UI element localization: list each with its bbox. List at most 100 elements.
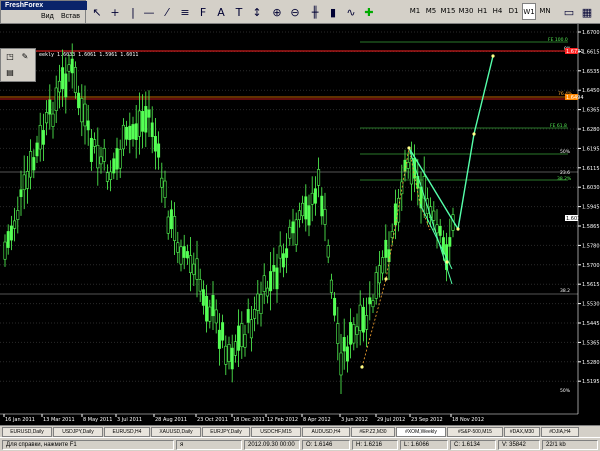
candle-body	[243, 334, 247, 348]
zoom-out-icon[interactable]: ⊖	[286, 4, 304, 21]
trendline-icon[interactable]: ⁄	[158, 4, 176, 21]
timeframe-m5[interactable]: M5	[424, 3, 438, 20]
market-watch-icon[interactable]: ✎	[20, 52, 30, 61]
candle-body	[221, 322, 225, 341]
symbol-tab[interactable]: USDJPY,Daily	[53, 427, 103, 437]
symbol-tab-bar: EURUSD,Daily USDJPY,Daily EURUSD,H4 XAUUSD,…	[0, 425, 600, 437]
timeframe-m15[interactable]: M15	[440, 3, 456, 20]
symbol-tab[interactable]: #DAX,M30	[504, 427, 540, 437]
price-axis-label: 1.5945	[582, 205, 600, 211]
candle-body	[371, 300, 375, 308]
chart-window[interactable]: FE 100.00%76.4%FE 61.850%23.638.2%38.250…	[0, 24, 600, 425]
candle-body	[73, 67, 77, 93]
symbol-tab[interactable]: USDCHF,M15	[251, 427, 301, 437]
pivot-point	[360, 365, 364, 369]
symbol-tab[interactable]: EURJPY,Daily	[202, 427, 250, 437]
candle-body	[326, 245, 330, 258]
candle-chart-icon[interactable]: ▮	[324, 4, 342, 21]
cursor-icon[interactable]: ↖	[88, 4, 106, 21]
candle-body	[153, 136, 157, 152]
timeframe-d1[interactable]: D1	[507, 3, 520, 20]
fibo-icon[interactable]: F	[194, 4, 212, 21]
candle-body	[249, 319, 253, 339]
symbol-tab[interactable]: AUDUSD,H4	[302, 427, 350, 437]
candle-body	[125, 126, 129, 140]
status-close: C: 1.6134	[450, 440, 496, 450]
candle-body	[281, 253, 285, 268]
candle-body	[224, 345, 228, 365]
timeframe-mn[interactable]: MN	[538, 3, 552, 20]
price-chart[interactable]: FE 100.00%76.4%FE 61.850%23.638.2%38.250…	[0, 24, 600, 425]
pivot-point	[456, 227, 460, 231]
status-volume: V: 35842	[498, 440, 540, 450]
symbol-tab[interactable]: XAUUSD,Daily	[151, 427, 201, 437]
date-axis-label: 8 May 2011	[83, 417, 112, 423]
indicators-icon[interactable]: ✚	[360, 4, 378, 21]
candle-body	[217, 329, 221, 349]
symbol-tab[interactable]: #S&P-500,M15	[447, 427, 503, 437]
candle-body	[51, 113, 55, 127]
price-axis-label: 1.5365	[582, 340, 600, 346]
timeframe-m1[interactable]: M1	[408, 3, 422, 20]
candle-body	[6, 231, 10, 248]
chart-nav-panel: ◳ ✎ ▤	[0, 48, 36, 82]
candle-body	[403, 159, 407, 172]
candle-body	[272, 265, 276, 272]
folders-icon[interactable]: ▤	[5, 68, 15, 77]
arrow-icon[interactable]: ↕	[248, 4, 266, 21]
date-axis-label: 13 Mar 2011	[43, 417, 75, 423]
candle-body	[141, 111, 145, 132]
horizontal-line-icon[interactable]: —	[140, 4, 158, 21]
candle-body	[265, 287, 269, 297]
bar-chart-icon[interactable]: ╫	[306, 4, 324, 21]
candle-body	[253, 309, 257, 319]
symbol-tab[interactable]: #XOM,Weekly	[396, 427, 446, 437]
timeframe-h1[interactable]: H1	[476, 3, 489, 20]
text-icon[interactable]: A	[212, 4, 230, 21]
candle-body	[237, 325, 241, 351]
price-axis-label: 1.5615	[582, 282, 600, 288]
label-icon[interactable]: T	[230, 4, 248, 21]
channel-icon[interactable]: ≡	[176, 4, 194, 21]
candle-body	[41, 130, 45, 145]
candle-body	[390, 231, 394, 238]
price-axis-label: 1.6535	[582, 69, 600, 75]
candle-body	[189, 255, 193, 273]
candle-body	[291, 221, 295, 234]
candle-body	[355, 326, 359, 335]
candle-body	[112, 158, 116, 174]
candle-body	[320, 195, 324, 217]
symbol-tab[interactable]: EURUSD,Daily	[2, 427, 52, 437]
candle-body	[211, 295, 215, 317]
candle-body	[349, 322, 353, 345]
candle-body	[387, 249, 391, 262]
line-chart-icon[interactable]: ∿	[342, 4, 360, 21]
candle-body	[144, 106, 148, 133]
date-axis-label: 23 Sep 2012	[411, 417, 443, 423]
candle-body	[96, 144, 100, 169]
candle-body	[118, 149, 122, 169]
symbol-tab[interactable]: EURUSD,H4	[104, 427, 150, 437]
candle-body	[38, 125, 42, 150]
zoom-in-icon[interactable]: ⊕	[268, 4, 286, 21]
candle-body	[345, 346, 349, 362]
symbol-tab[interactable]: #EP.Z2,M30	[351, 427, 395, 437]
window-icon[interactable]: ▭	[560, 4, 578, 21]
menu-insert[interactable]: Встав	[61, 13, 80, 20]
price-axis-label: 1.5865	[582, 224, 600, 230]
candle-body	[374, 272, 378, 299]
timeframe-m30[interactable]: M30	[458, 3, 474, 20]
navigator-icon[interactable]: ◳	[5, 52, 15, 61]
timeframe-w1[interactable]: W1	[522, 3, 536, 20]
grid-icon[interactable]: ▦	[578, 4, 596, 21]
candle-body	[285, 248, 289, 258]
candle-body	[233, 341, 237, 356]
candle-body	[179, 246, 183, 265]
candle-body	[381, 257, 385, 274]
crosshair-icon[interactable]: +	[106, 4, 124, 21]
symbol-tab[interactable]: #DJIA,H4	[541, 427, 579, 437]
timeframe-h4[interactable]: H4	[491, 3, 504, 20]
candle-body	[307, 205, 311, 226]
candle-body	[227, 344, 231, 362]
menu-view[interactable]: Вид	[41, 13, 54, 20]
